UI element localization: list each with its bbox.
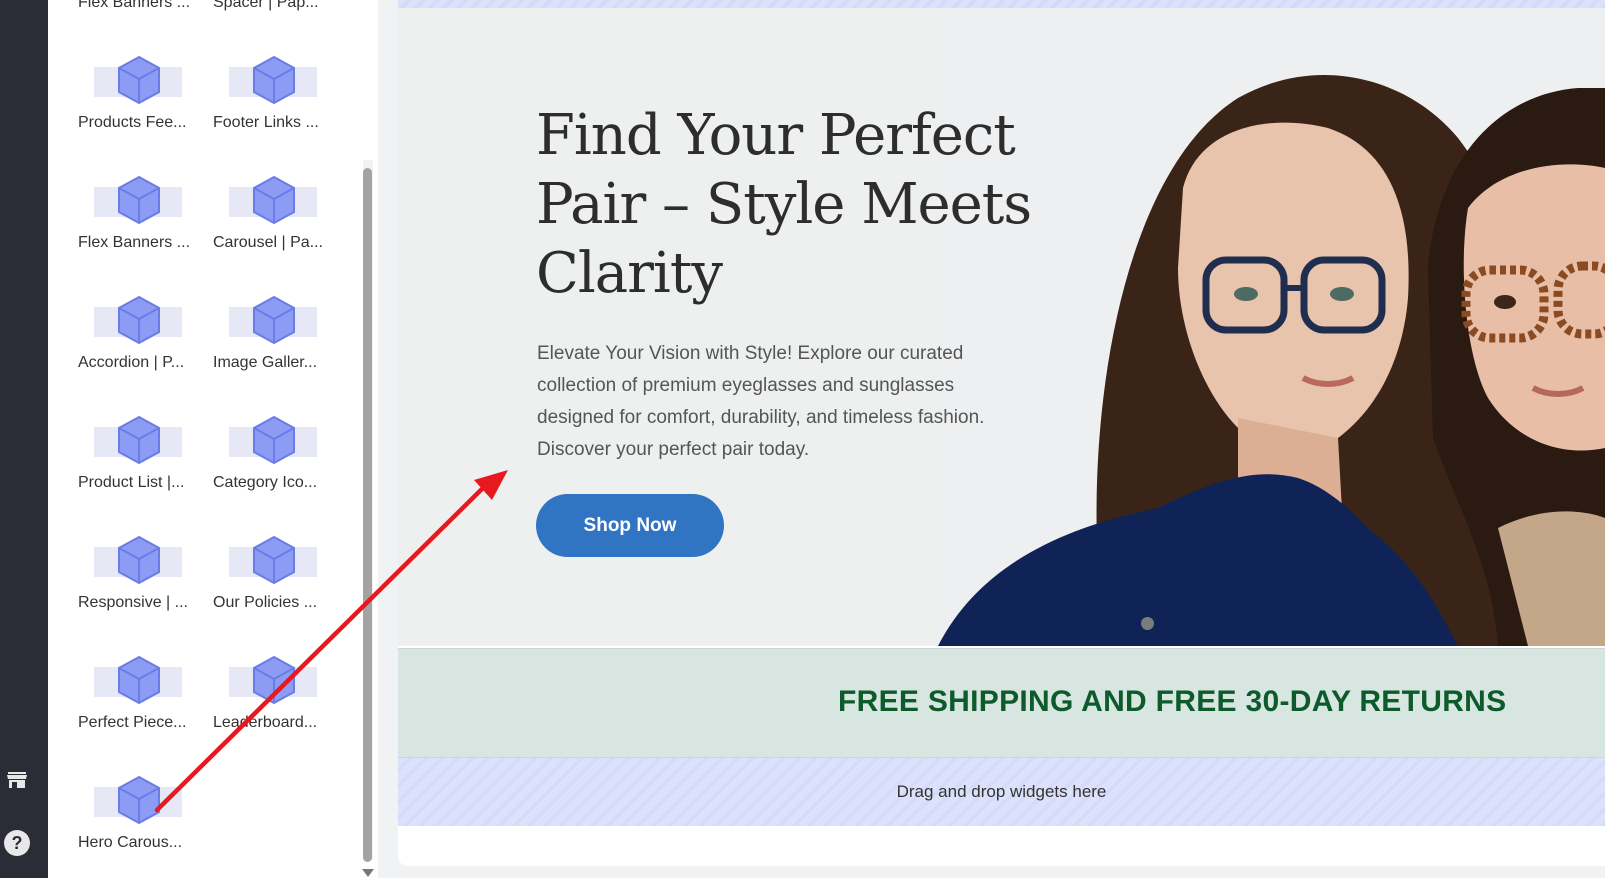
carousel-dot[interactable] [1141, 617, 1154, 630]
widget-tile[interactable]: Carousel | Pa... [213, 172, 338, 292]
widget-label: Responsive | ... [78, 594, 188, 611]
widget-label: Product List |... [78, 474, 185, 491]
widget-tile[interactable]: Products Fee... [78, 52, 203, 172]
widget-tile[interactable]: Footer Links ... [213, 52, 338, 172]
widget-tile[interactable]: Responsive | ... [78, 532, 203, 652]
widget-label: Image Galler... [213, 354, 318, 371]
widget-label: Products Fee... [78, 114, 187, 131]
drop-zone[interactable]: Drag and drop widgets here [398, 758, 1605, 826]
left-rail: ? [0, 0, 48, 878]
scrollbar-thumb[interactable] [363, 168, 372, 862]
widget-label: Flex Banners ... [78, 234, 191, 251]
widget-label: Footer Links ... [213, 114, 319, 131]
drop-zone-top[interactable] [398, 0, 1605, 8]
page-canvas: Find Your Perfect Pair – Style Meets Cla… [398, 0, 1605, 866]
widget-tile[interactable]: Flex Banners ... [78, 172, 203, 292]
widget-tile[interactable]: Category Ico... [213, 412, 338, 532]
hero-description: Elevate Your Vision with Style! Explore … [537, 343, 985, 460]
widget-tile[interactable]: Leaderboard... [213, 652, 338, 772]
shipping-banner: FREE SHIPPING AND FREE 30-DAY RETURNS [398, 648, 1605, 758]
widget-tile[interactable]: Accordion | P... [78, 292, 203, 412]
hero-title: Find Your Perfect Pair – Style Meets Cla… [536, 103, 1032, 306]
store-icon[interactable] [5, 768, 29, 792]
drop-zone-text: Drag and drop widgets here [896, 782, 1107, 801]
widget-panel: Flex Banners ... Spacer | Pap... Product… [48, 0, 378, 878]
widget-label: Category Ico... [213, 474, 318, 491]
widget-tile[interactable]: Perfect Piece... [78, 652, 203, 772]
hero-carousel[interactable]: Find Your Perfect Pair – Style Meets Cla… [398, 8, 1605, 646]
widget-tile[interactable]: Image Galler... [213, 292, 338, 412]
widget-label: Accordion | P... [78, 354, 185, 371]
scroll-down-arrow[interactable] [362, 869, 374, 877]
widget-label[interactable]: Flex Banners ... [78, 0, 190, 12]
widget-tile[interactable]: Our Policies ... [213, 532, 338, 652]
shop-now-button[interactable]: Shop Now [536, 494, 724, 557]
widget-label: Our Policies ... [213, 594, 318, 611]
widget-label: Carousel | Pa... [213, 234, 323, 251]
widget-label: Leaderboard... [213, 714, 318, 731]
widget-label: Hero Carous... [78, 834, 183, 851]
widget-tile[interactable]: Product List |... [78, 412, 203, 532]
widget-label: Perfect Piece... [78, 714, 187, 731]
widget-label[interactable]: Spacer | Pap... [213, 0, 319, 12]
help-icon[interactable]: ? [4, 830, 30, 856]
shipping-banner-text: FREE SHIPPING AND FREE 30-DAY RETURNS [838, 685, 1507, 718]
widget-tile[interactable]: Hero Carous... [78, 772, 203, 878]
